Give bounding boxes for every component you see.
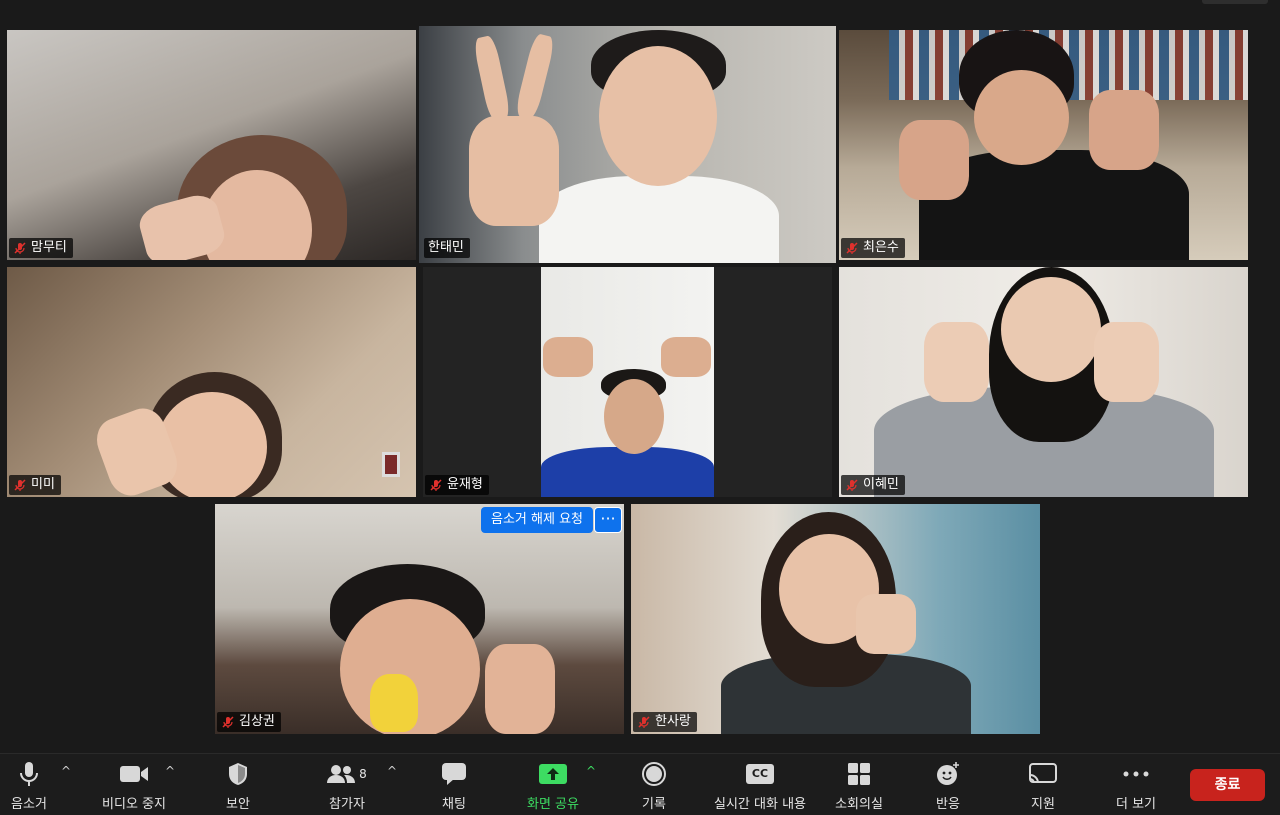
participants-count: 8 (359, 766, 367, 781)
more-button[interactable]: 더 보기 (1113, 760, 1159, 812)
video-tile-hansarang[interactable]: 한사랑 (631, 504, 1040, 734)
participant-name-tag: 이혜민 (841, 475, 905, 495)
ellipsis-icon (1123, 771, 1149, 776)
video-tile-hantaemin[interactable]: 한태민 (419, 26, 836, 263)
video-feed (215, 504, 624, 734)
stop-video-button[interactable]: 비디오 중지 (98, 760, 170, 812)
request-unmute-button[interactable]: 음소거 해제 요청 (481, 507, 593, 533)
support-button[interactable]: 지원 (1025, 760, 1061, 812)
participant-name: 한태민 (428, 240, 464, 255)
record-button[interactable]: 기록 (636, 760, 672, 812)
muted-mic-icon (430, 479, 442, 491)
video-tile-ihyemin[interactable]: 이혜민 (839, 267, 1248, 497)
chat-button[interactable]: 채팅 (436, 760, 472, 812)
participant-name: 한사랑 (655, 714, 691, 729)
more-label: 더 보기 (1115, 797, 1156, 812)
mute-label: 음소거 (11, 797, 47, 812)
live-transcript-button[interactable]: CC 실시간 대화 내용 (712, 760, 808, 812)
tile-more-options-button[interactable]: ··· (594, 507, 622, 533)
security-label: 보안 (226, 797, 250, 812)
mute-button[interactable]: 음소거 (8, 760, 50, 812)
participant-name-tag: 한태민 (424, 238, 470, 258)
video-label: 비디오 중지 (102, 797, 166, 812)
video-tile-choieunsu[interactable]: 최은수 (839, 30, 1248, 260)
share-screen-button[interactable]: 화면 공유 (522, 760, 584, 812)
shield-icon (229, 762, 247, 785)
microphone-icon (20, 761, 38, 786)
video-feed (631, 504, 1040, 734)
security-button[interactable]: 보안 (218, 760, 258, 812)
end-meeting-button[interactable]: 종료 (1190, 769, 1265, 801)
video-options-caret[interactable]: ^ (165, 764, 175, 778)
reactions-button[interactable]: 반응 (932, 760, 964, 812)
video-feed (7, 30, 416, 260)
captions-icon: CC (746, 763, 774, 784)
reactions-label: 반응 (936, 797, 960, 812)
muted-mic-icon (846, 479, 858, 491)
video-tile-mammuti[interactable]: 맘무티 (7, 30, 416, 260)
participant-name: 미미 (31, 477, 55, 492)
breakout-label: 소회의실 (835, 797, 883, 812)
participant-name-tag: 김상권 (217, 712, 281, 732)
top-bar (0, 0, 1280, 22)
video-tile-mimi[interactable]: 미미 (7, 267, 416, 497)
share-options-caret[interactable]: ^ (586, 764, 596, 778)
muted-mic-icon (846, 242, 858, 254)
chat-bubble-icon (442, 762, 466, 785)
muted-mic-icon (638, 716, 650, 728)
video-feed (419, 26, 836, 263)
audio-options-caret[interactable]: ^ (61, 764, 71, 778)
participant-name-tag: 윤재형 (425, 475, 489, 495)
participant-name: 윤재형 (447, 477, 483, 492)
emoji-reaction-icon (937, 761, 959, 785)
participants-icon (327, 764, 356, 783)
cast-icon (1029, 762, 1057, 783)
video-tile-kimsanggwon[interactable]: 음소거 해제 요청 ··· 김상권 (215, 504, 624, 734)
participants-button[interactable]: 8 참가자 (322, 760, 372, 812)
video-feed (839, 30, 1248, 260)
muted-mic-icon (222, 716, 234, 728)
captions-label: 실시간 대화 내용 (714, 797, 806, 812)
meeting-toolbar: 음소거 ^ 비디오 중지 ^ 보안 8 참가자 ^ 채팅 화면 공유 ^ 기록 (0, 753, 1280, 815)
participants-options-caret[interactable]: ^ (387, 764, 397, 778)
muted-mic-icon (14, 479, 26, 491)
participant-name-tag: 미미 (9, 475, 61, 495)
share-screen-icon (539, 763, 567, 784)
video-feed (7, 267, 416, 497)
participant-name-tag: 한사랑 (633, 712, 697, 732)
video-feed (423, 267, 832, 497)
video-camera-icon (120, 765, 148, 782)
muted-mic-icon (14, 242, 26, 254)
participants-label: 참가자 (329, 797, 365, 812)
video-tile-yunjaehyeong[interactable]: 윤재형 (423, 267, 832, 497)
participant-name-tag: 맘무티 (9, 238, 73, 258)
zoom-meeting-window: 맘무티 한태민 최은수 미미 윤재형 이혜민 음소거 해제 요청 ··· 김상권… (0, 0, 1280, 815)
record-icon (642, 761, 666, 786)
participant-name: 이혜민 (863, 477, 899, 492)
grid-icon (848, 762, 870, 785)
breakout-rooms-button[interactable]: 소회의실 (833, 760, 885, 812)
video-feed (839, 267, 1248, 497)
support-label: 지원 (1031, 797, 1055, 812)
top-bar-handle (1202, 0, 1268, 4)
share-label: 화면 공유 (527, 797, 579, 812)
participant-name: 맘무티 (31, 240, 67, 255)
participant-name: 김상권 (239, 714, 275, 729)
participant-name: 최은수 (863, 240, 899, 255)
record-label: 기록 (642, 797, 666, 812)
chat-label: 채팅 (442, 797, 466, 812)
participant-name-tag: 최은수 (841, 238, 905, 258)
